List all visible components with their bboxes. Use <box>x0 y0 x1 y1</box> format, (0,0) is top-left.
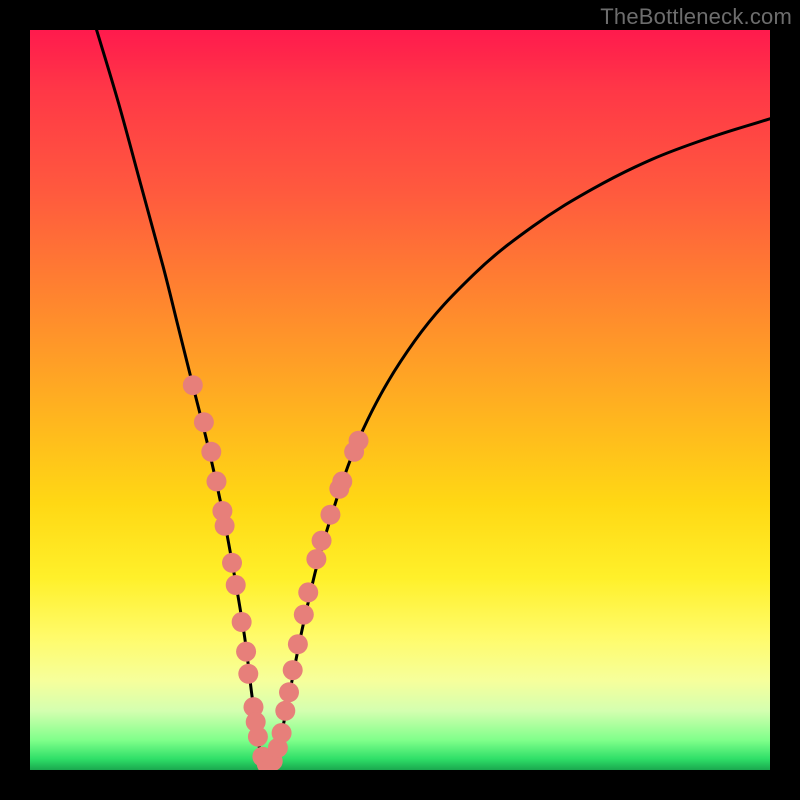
highlight-dot <box>222 553 242 573</box>
highlight-dot <box>206 471 226 491</box>
highlight-dot <box>194 412 214 432</box>
watermark-text: TheBottleneck.com <box>600 4 792 30</box>
highlight-dot <box>201 442 221 462</box>
plot-area <box>30 30 770 770</box>
highlight-dot <box>298 582 318 602</box>
highlight-dot <box>279 682 299 702</box>
outer-frame: TheBottleneck.com <box>0 0 800 800</box>
highlight-dot <box>238 664 258 684</box>
bottleneck-curve <box>97 30 770 764</box>
highlight-dot <box>236 642 256 662</box>
chart-canvas <box>30 30 770 770</box>
highlight-dot <box>232 612 252 632</box>
highlight-dot <box>332 471 352 491</box>
highlight-dot <box>275 701 295 721</box>
highlight-dot <box>312 531 332 551</box>
highlight-dot <box>349 431 369 451</box>
highlight-dot <box>248 727 268 747</box>
highlight-dot <box>215 516 235 536</box>
highlight-dot <box>320 505 340 525</box>
highlight-dot <box>183 375 203 395</box>
highlight-dot <box>283 660 303 680</box>
highlight-dot <box>288 634 308 654</box>
highlight-dot <box>226 575 246 595</box>
highlight-dot <box>272 723 292 743</box>
highlight-dot <box>306 549 326 569</box>
highlight-dot <box>294 605 314 625</box>
